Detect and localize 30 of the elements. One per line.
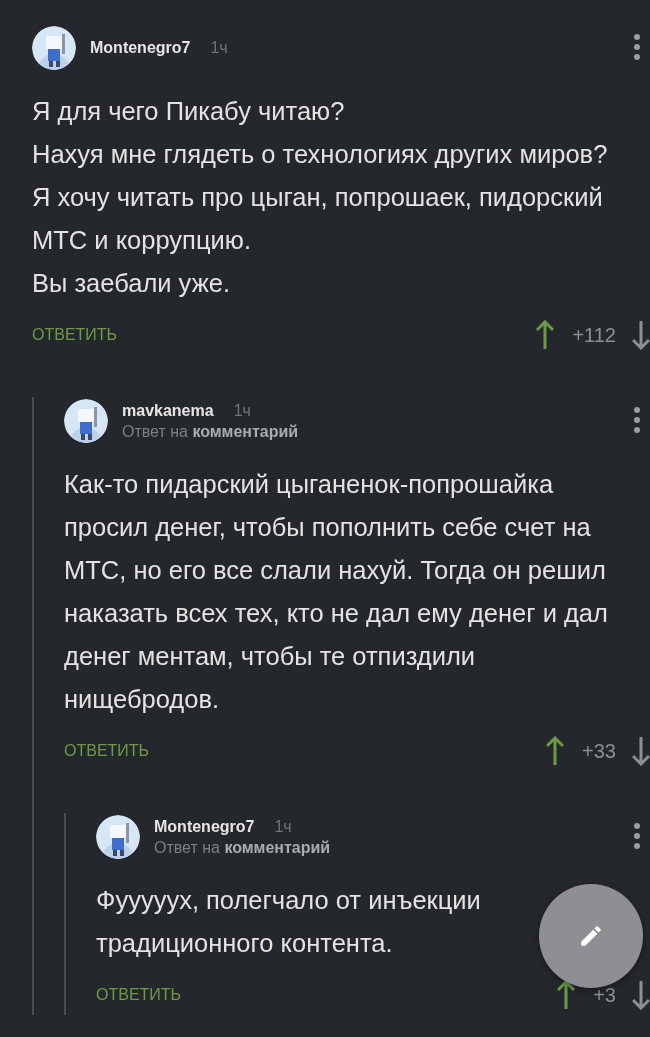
upvote-icon[interactable] — [557, 980, 576, 1010]
author-name[interactable]: Montenegro7 — [154, 817, 255, 836]
downvote-icon[interactable] — [632, 736, 650, 766]
comment-text: Я для чего Пикабу читаю? — [32, 96, 345, 127]
more-icon[interactable] — [634, 34, 640, 60]
comment-text: Я хочу читать про цыган, попрошаек, пидорский МТС и коррупцию. — [32, 182, 604, 256]
author-name[interactable]: mavkanema — [122, 401, 214, 420]
comment-text: Нахуя мне глядеть о технологиях других миров? — [32, 139, 608, 170]
author-name[interactable]: Montenegro7 — [90, 39, 191, 57]
reply-link[interactable]: ОТВЕТИТЬ — [32, 326, 118, 344]
comment-rating: +3 — [593, 983, 616, 1007]
upvote-icon[interactable] — [546, 736, 565, 766]
reply-to-text: Ответ на комментарий — [154, 838, 331, 857]
reply-link[interactable]: ОТВЕТИТЬ — [64, 742, 150, 760]
comment-rating: +112 — [572, 323, 616, 347]
downvote-icon[interactable] — [632, 320, 650, 350]
pencil-icon — [578, 923, 604, 949]
downvote-icon[interactable] — [632, 980, 650, 1010]
comment-rating: +33 — [582, 739, 616, 763]
more-icon[interactable] — [634, 407, 640, 433]
comment-time: 1ч — [274, 817, 292, 836]
comment-time: 1ч — [210, 39, 228, 57]
comment-text: Фууууух, полегчало от инъекции традиционного контента. — [96, 885, 482, 959]
upvote-icon[interactable] — [536, 320, 555, 350]
more-icon[interactable] — [634, 823, 640, 849]
comment-text: Вы заебали уже. — [32, 268, 230, 299]
comment-time: 1ч — [233, 401, 251, 420]
reply-to-text: Ответ на комментарий — [122, 422, 299, 441]
comment-text: Как-то пидарский цыганенок-попрошайка просил денег, чтобы пополнить себе счет на МТС, но его все слали нахуй. Тогда он решил наказать всех тех, кто не дал ему денег и дал денег ментам, чтобы те отпиздили нищебродов. — [64, 469, 609, 715]
reply-link[interactable]: ОТВЕТИТЬ — [96, 986, 182, 1004]
